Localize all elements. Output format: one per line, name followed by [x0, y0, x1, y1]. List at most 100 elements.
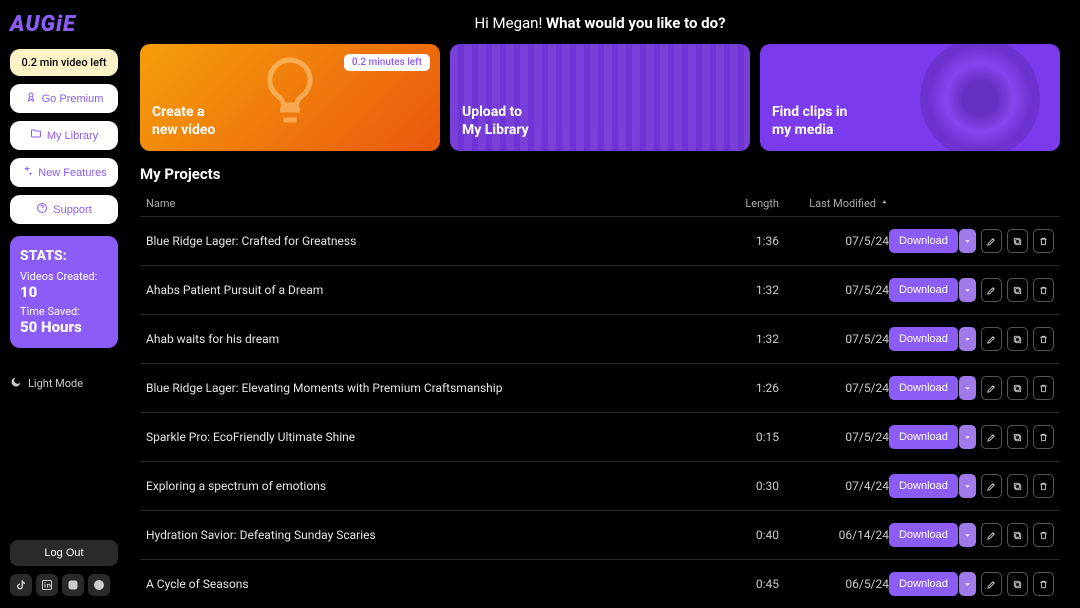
sparkle-icon — [21, 165, 33, 180]
create-card-title: Create anew video — [152, 104, 428, 139]
project-name: Sparkle Pro: EcoFriendly Ultimate Shine — [146, 430, 709, 444]
find-clips-card[interactable]: Find clips inmy media — [760, 44, 1060, 151]
moon-icon — [10, 376, 22, 391]
light-mode-toggle[interactable]: Light Mode — [10, 376, 118, 391]
brand-logo: AUGiE — [10, 12, 118, 37]
project-name: Blue Ridge Lager: Elevating Moments with… — [146, 381, 709, 395]
table-row[interactable]: Sparkle Pro: EcoFriendly Ultimate Shine0… — [140, 412, 1060, 461]
download-dropdown[interactable] — [959, 523, 976, 547]
table-row[interactable]: Blue Ridge Lager: Crafted for Greatness1… — [140, 216, 1060, 265]
videos-created-label: Videos Created: — [20, 270, 108, 283]
table-row[interactable]: Ahabs Patient Pursuit of a Dream1:3207/5… — [140, 265, 1060, 314]
download-dropdown[interactable] — [959, 425, 976, 449]
delete-icon[interactable] — [1033, 376, 1054, 400]
upload-card-title: Upload toMy Library — [462, 104, 738, 139]
edit-icon[interactable] — [981, 572, 1002, 596]
minutes-left-pill: 0.2 minutes left — [344, 54, 430, 71]
project-length: 1:32 — [709, 332, 779, 346]
tiktok-icon[interactable] — [10, 574, 32, 596]
download-dropdown[interactable] — [959, 572, 976, 596]
download-button[interactable]: Download — [889, 376, 958, 400]
project-length: 1:26 — [709, 381, 779, 395]
copy-icon[interactable] — [1007, 229, 1028, 253]
edit-icon[interactable] — [981, 376, 1002, 400]
find-card-title: Find clips inmy media — [772, 104, 1048, 139]
delete-icon[interactable] — [1033, 327, 1054, 351]
copy-icon[interactable] — [1007, 376, 1028, 400]
my-library-button[interactable]: My Library — [10, 121, 118, 150]
download-button[interactable]: Download — [889, 425, 958, 449]
support-button[interactable]: Support — [10, 195, 118, 224]
edit-icon[interactable] — [981, 229, 1002, 253]
delete-icon[interactable] — [1033, 474, 1054, 498]
row-actions: Download — [889, 572, 1054, 596]
support-label: Support — [53, 204, 92, 216]
instagram-icon[interactable] — [62, 574, 84, 596]
row-actions: Download — [889, 278, 1054, 302]
logout-button[interactable]: Log Out — [10, 540, 118, 566]
new-features-button[interactable]: New Features — [10, 158, 118, 187]
copy-icon[interactable] — [1007, 327, 1028, 351]
delete-icon[interactable] — [1033, 572, 1054, 596]
table-row[interactable]: Blue Ridge Lager: Elevating Moments with… — [140, 363, 1060, 412]
sort-asc-icon — [880, 197, 889, 210]
table-row[interactable]: A Cycle of Seasons0:4506/5/24Download — [140, 559, 1060, 608]
copy-icon[interactable] — [1007, 425, 1028, 449]
create-video-card[interactable]: 0.2 minutes left Create anew video — [140, 44, 440, 151]
stats-title: STATS: — [20, 248, 108, 264]
download-dropdown[interactable] — [959, 229, 976, 253]
download-dropdown[interactable] — [959, 278, 976, 302]
download-dropdown[interactable] — [959, 327, 976, 351]
project-length: 0:15 — [709, 430, 779, 444]
download-dropdown[interactable] — [959, 474, 976, 498]
edit-icon[interactable] — [981, 278, 1002, 302]
download-button[interactable]: Download — [889, 523, 958, 547]
edit-icon[interactable] — [981, 523, 1002, 547]
row-actions: Download — [889, 376, 1054, 400]
copy-icon[interactable] — [1007, 278, 1028, 302]
delete-icon[interactable] — [1033, 278, 1054, 302]
download-button[interactable]: Download — [889, 474, 958, 498]
project-modified: 07/5/24 — [799, 283, 889, 297]
edit-icon[interactable] — [981, 474, 1002, 498]
download-button[interactable]: Download — [889, 278, 958, 302]
table-row[interactable]: Ahab waits for his dream1:32 07/5/24Downl… — [140, 314, 1060, 363]
project-length: 1:32 — [709, 283, 779, 297]
row-actions: Download — [889, 474, 1054, 498]
stats-panel: STATS: Videos Created: 10 Time Saved: 50… — [10, 236, 118, 348]
download-button[interactable]: Download — [889, 327, 958, 351]
go-premium-label: Go Premium — [42, 93, 104, 105]
upload-library-card[interactable]: Upload toMy Library — [450, 44, 750, 151]
download-dropdown[interactable] — [959, 376, 976, 400]
folder-icon — [30, 128, 42, 143]
copy-icon[interactable] — [1007, 523, 1028, 547]
row-actions: Download — [889, 523, 1054, 547]
table-row[interactable]: Hydration Savior: Defeating Sunday Scari… — [140, 510, 1060, 559]
download-button[interactable]: Download — [889, 572, 958, 596]
project-modified: 06/5/24 — [799, 577, 889, 591]
delete-icon[interactable] — [1033, 229, 1054, 253]
mode-label: Light Mode — [28, 377, 83, 390]
greeting: Hi Megan! What would you like to do? — [140, 14, 1060, 32]
project-length: 0:30 — [709, 479, 779, 493]
project-modified: 07/4/24 — [799, 479, 889, 493]
copy-icon[interactable] — [1007, 474, 1028, 498]
delete-icon[interactable] — [1033, 523, 1054, 547]
delete-icon[interactable] — [1033, 425, 1054, 449]
download-button[interactable]: Download — [889, 229, 958, 253]
project-name: Ahab waits for his dream — [146, 332, 709, 346]
copy-icon[interactable] — [1007, 572, 1028, 596]
go-premium-button[interactable]: Go Premium — [10, 84, 118, 113]
project-length: 0:40 — [709, 528, 779, 542]
table-row[interactable]: Exploring a spectrum of emotions0:3007/4… — [140, 461, 1060, 510]
edit-icon[interactable] — [981, 425, 1002, 449]
project-modified: 07/5/24 — [799, 332, 889, 346]
projects-header: Name Length Last Modified — [140, 191, 1060, 216]
col-header-modified[interactable]: Last Modified — [799, 197, 889, 210]
mins-left-notice: 0.2 min video left — [10, 49, 118, 76]
row-actions: Download — [889, 327, 1054, 351]
web-icon[interactable] — [88, 574, 110, 596]
edit-icon[interactable] — [981, 327, 1002, 351]
new-features-label: New Features — [38, 167, 106, 179]
linkedin-icon[interactable] — [36, 574, 58, 596]
